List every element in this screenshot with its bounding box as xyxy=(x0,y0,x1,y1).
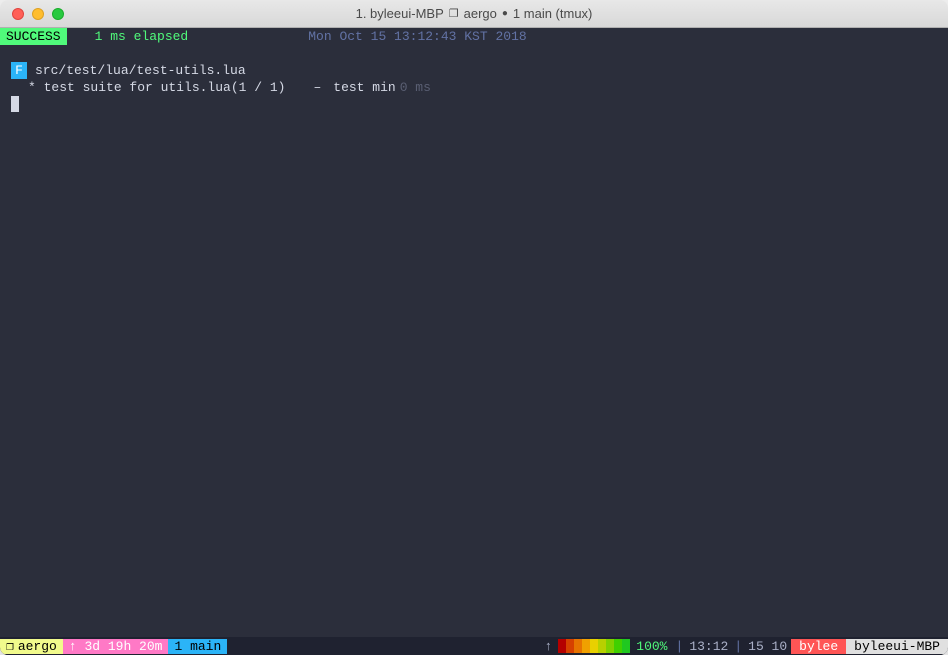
title-suffix: 1 main (tmux) xyxy=(513,6,592,21)
elapsed-time: 1 ms elapsed xyxy=(95,28,189,45)
user-tag: bylee xyxy=(791,639,846,654)
file-path: src/test/lua/test-utils.lua xyxy=(35,62,246,79)
color-gradient xyxy=(558,639,630,653)
minimize-icon[interactable] xyxy=(32,8,44,20)
clock: 13:12 xyxy=(685,639,732,654)
color-block xyxy=(566,639,574,653)
cursor-line xyxy=(0,96,948,113)
tmux-status-bar: ❐ aergo ↑ 3d 19h 20m 1 main ↑ xyxy=(0,637,948,655)
tmux-right: ↑ 100% | 13:12 | 15 10 bylee xyxy=(538,639,948,654)
arrow-icon: ↑ xyxy=(538,639,558,654)
bullet-icon: ● xyxy=(502,8,508,19)
terminal-body[interactable]: SUCCESS 1 ms elapsed Mon Oct 15 13:12:43… xyxy=(0,28,948,637)
session-label: aergo xyxy=(18,639,57,654)
tmux-uptime: ↑ 3d 19h 20m xyxy=(63,639,169,654)
tmux-window-tab[interactable]: 1 main xyxy=(168,639,227,654)
separator: | xyxy=(732,639,744,654)
color-block xyxy=(558,639,566,653)
file-badge: F xyxy=(11,62,27,79)
file-line: F src/test/lua/test-utils.lua xyxy=(0,62,948,79)
color-block xyxy=(574,639,582,653)
tmux-left: ❐ aergo ↑ 3d 19h 20m 1 main xyxy=(0,639,227,654)
color-block xyxy=(606,639,614,653)
suite-dash: – xyxy=(313,79,321,96)
maximize-icon[interactable] xyxy=(52,8,64,20)
suite-text: * test suite for utils.lua(1 / 1) xyxy=(28,79,285,96)
test-time: 0 ms xyxy=(400,79,431,96)
terminal[interactable]: SUCCESS 1 ms elapsed Mon Oct 15 13:12:43… xyxy=(0,28,948,655)
timestamp: Mon Oct 15 13:12:43 KST 2018 xyxy=(308,28,526,45)
color-block xyxy=(590,639,598,653)
separator: | xyxy=(674,639,686,654)
color-block xyxy=(598,639,606,653)
battery-pct: 100% xyxy=(630,639,673,654)
color-block xyxy=(622,639,630,653)
session-icon: ❐ xyxy=(6,639,14,654)
title-prefix: 1. byleeui-MBP xyxy=(356,6,444,21)
cursor-icon xyxy=(11,96,19,112)
test-name: test min xyxy=(333,79,395,96)
tmux-session[interactable]: ❐ aergo xyxy=(0,639,63,654)
color-block xyxy=(582,639,590,653)
terminal-window: 1. byleeui-MBP ❐ aergo ● 1 main (tmux) S… xyxy=(0,0,948,655)
traffic-lights xyxy=(12,8,64,20)
host-tag: byleeui-MBP xyxy=(846,639,948,654)
window-title: 1. byleeui-MBP ❐ aergo ● 1 main (tmux) xyxy=(356,6,593,21)
date: 15 10 xyxy=(744,639,791,654)
status-badge: SUCCESS xyxy=(0,28,67,45)
close-icon[interactable] xyxy=(12,8,24,20)
test-status-line: SUCCESS 1 ms elapsed Mon Oct 15 13:12:43… xyxy=(0,28,948,45)
suite-line: * test suite for utils.lua(1 / 1) – test… xyxy=(0,79,948,96)
folder-icon: ❐ xyxy=(449,7,459,20)
title-folder: aergo xyxy=(464,6,497,21)
titlebar[interactable]: 1. byleeui-MBP ❐ aergo ● 1 main (tmux) xyxy=(0,0,948,28)
color-block xyxy=(614,639,622,653)
